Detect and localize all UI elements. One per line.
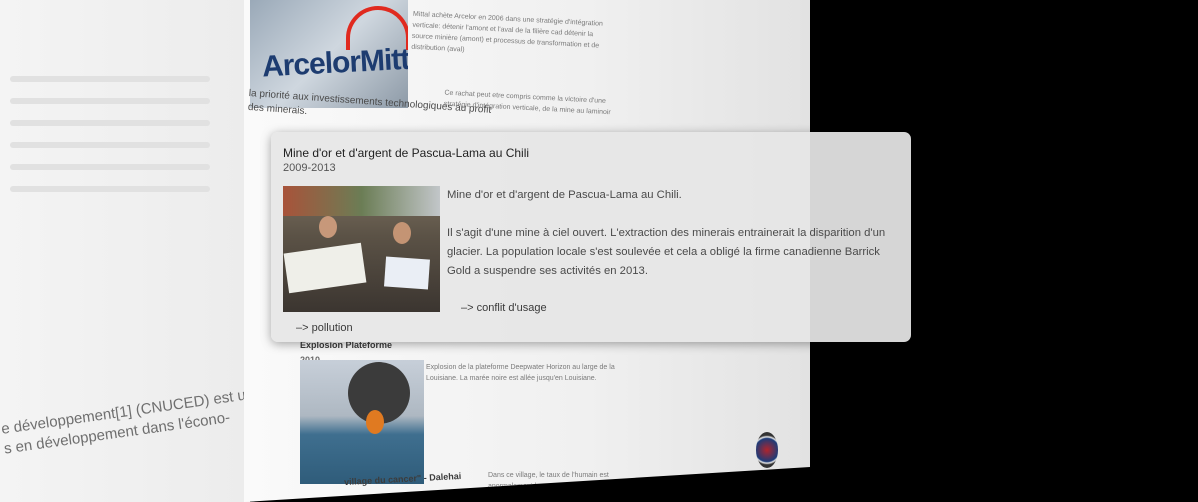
protest-sign xyxy=(283,242,367,294)
oil-platform-explosion-image[interactable] xyxy=(300,360,424,484)
tooltip-body: Mine d'or et d'argent de Pascua-Lama au … xyxy=(447,186,893,281)
pollution-link[interactable]: –> pollution xyxy=(296,322,353,334)
seal-icon xyxy=(756,432,778,468)
event-tooltip-card[interactable]: Mine d'or et d'argent de Pascua-Lama au … xyxy=(271,132,911,342)
conflict-link[interactable]: –> conflit d'usage xyxy=(461,302,547,314)
tooltip-dates: 2009-2013 xyxy=(283,162,336,174)
tooltip-title: Mine d'or et d'argent de Pascua-Lama au … xyxy=(283,146,530,160)
protest-photo[interactable] xyxy=(283,186,440,312)
faint-text-lines xyxy=(10,60,210,208)
protester-face xyxy=(319,216,337,238)
village-description: Dans ce village, le taux de l'humain est… xyxy=(488,472,609,490)
left-panel-text: e développement[1] (CNUCED) est un s en … xyxy=(0,384,250,460)
protester-face xyxy=(393,222,411,244)
left-background-panel: e développement[1] (CNUCED) est un s en … xyxy=(0,0,250,502)
arcelor-description: Mittal achète Arcelor en 2006 dans une s… xyxy=(411,10,604,54)
arcelor-logo-text: ArcelorMittal xyxy=(261,41,408,84)
explosion-description: Explosion de la plateforme Deepwater Hor… xyxy=(426,364,615,382)
tooltip-body-line-2: Il s'agit d'une mine à ciel ouvert. L'ex… xyxy=(447,227,886,277)
photo-background xyxy=(283,186,440,216)
tooltip-body-line-1: Mine d'or et d'argent de Pascua-Lama au … xyxy=(447,189,682,201)
fire-shape xyxy=(366,410,384,434)
protest-sign xyxy=(384,256,430,290)
